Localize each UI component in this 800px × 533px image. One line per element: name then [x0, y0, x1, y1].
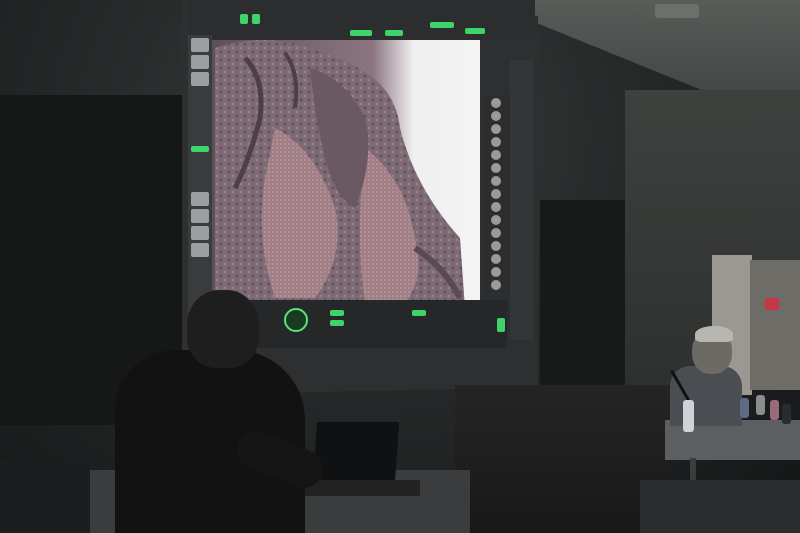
figurine: [782, 404, 791, 424]
brush-tool-strip: [482, 95, 510, 325]
front-table: [640, 480, 800, 533]
right-panel: [510, 60, 534, 340]
exit-sign: [765, 298, 779, 310]
chair: [0, 460, 90, 533]
figurine: [740, 398, 749, 418]
laptop-base: [300, 480, 420, 496]
lecturer-hair: [695, 326, 733, 342]
laptop-screen: [312, 422, 400, 484]
water-bottle: [683, 400, 694, 432]
green-ring-icon: [284, 308, 308, 332]
lecture-room-scene: [0, 0, 800, 533]
software-top-menu: [190, 0, 535, 40]
door-frame: [750, 260, 800, 390]
lecturer-body: [670, 366, 742, 426]
left-palette: [188, 35, 212, 335]
ceiling-light: [655, 4, 699, 18]
figurine: [770, 400, 779, 420]
figurine: [756, 395, 765, 415]
right-blackboard: [540, 200, 625, 390]
sculpt-preview: [215, 40, 465, 308]
podium: [455, 385, 670, 533]
student-head: [187, 290, 259, 368]
